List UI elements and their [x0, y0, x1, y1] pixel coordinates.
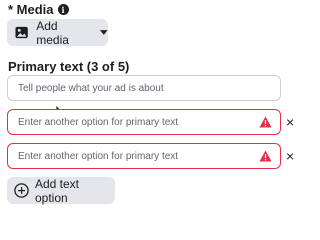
warning-icon	[259, 116, 272, 128]
primary-text-placeholder-2: Enter another option for primary text	[18, 116, 179, 128]
remove-option-2-close-icon[interactable]: ×	[286, 115, 294, 129]
add-text-option-label: Add text option	[34, 176, 80, 205]
primary-text-placeholder-3: Enter another option for primary text	[18, 150, 179, 162]
image-icon	[15, 26, 28, 39]
add-media-button[interactable]: Add media	[7, 18, 109, 47]
media-label: * Media i	[8, 2, 69, 17]
add-text-option-button[interactable]: Add text option	[7, 176, 115, 205]
primary-text-input-2[interactable]: Enter another option for primary text	[7, 109, 281, 135]
add-media-label: Add media	[36, 18, 69, 47]
dropdown-caret-icon	[100, 30, 109, 35]
warning-icon	[259, 150, 272, 162]
primary-text-placeholder-1: Tell people what your ad is about	[18, 82, 164, 94]
plus-circle-icon	[14, 183, 29, 198]
info-icon[interactable]: i	[57, 4, 69, 15]
primary-text-label: Primary text (3 of 5)	[8, 59, 129, 74]
primary-text-label-text: Primary text (3 of 5)	[8, 59, 130, 74]
primary-text-input-3[interactable]: Enter another option for primary text	[7, 143, 281, 169]
media-label-text: * Media	[8, 2, 54, 17]
remove-option-3-close-icon[interactable]: ×	[286, 149, 294, 163]
primary-text-input-1[interactable]: Tell people what your ad is about	[7, 75, 281, 101]
